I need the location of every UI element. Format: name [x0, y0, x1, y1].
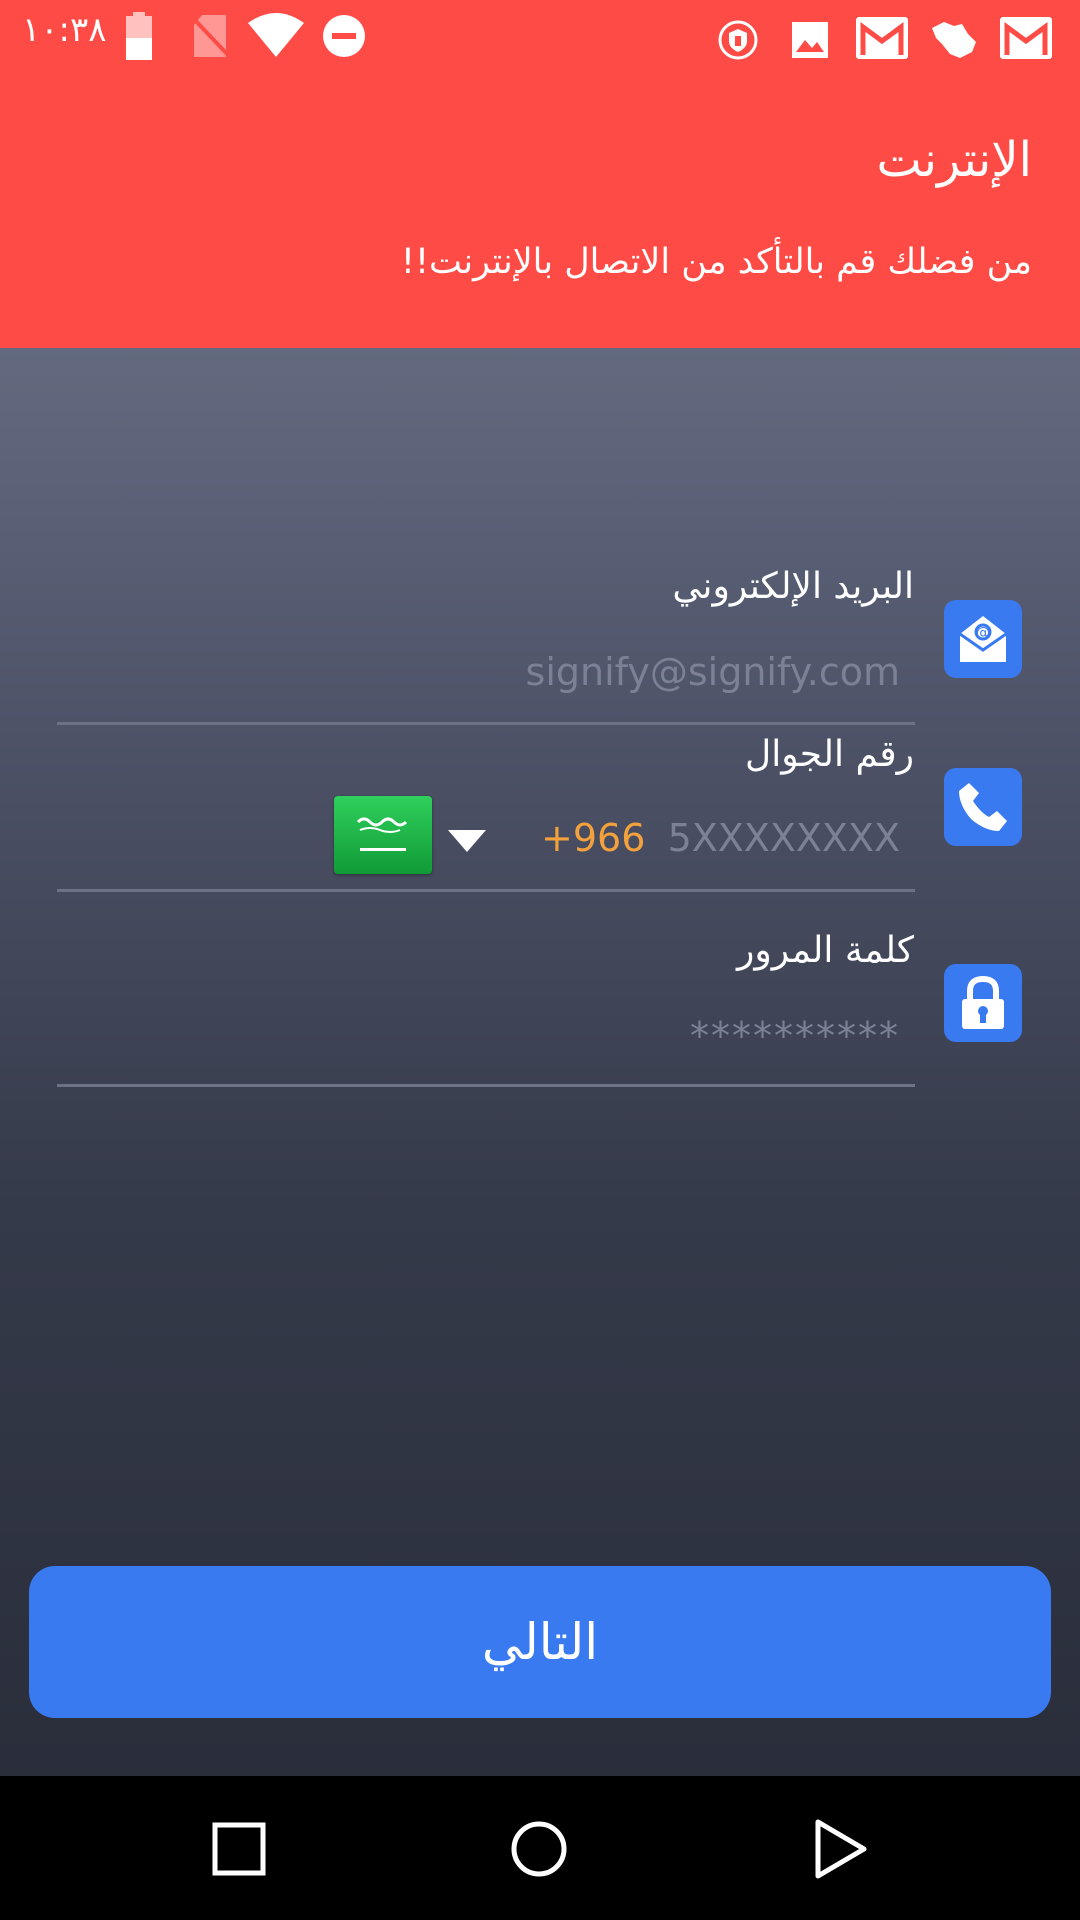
email-input[interactable]: signify@signify.com	[526, 650, 900, 694]
wifi-icon	[248, 13, 304, 57]
email-underline	[57, 722, 915, 725]
home-icon[interactable]	[510, 1820, 568, 1878]
dial-code: +966	[541, 816, 646, 860]
email-icon-box: @	[944, 600, 1022, 678]
image-icon	[792, 22, 828, 58]
phone-icon-box	[944, 768, 1022, 846]
phone-underline	[57, 889, 915, 892]
lock-icon-box	[944, 964, 1022, 1042]
vpn-shield-icon	[718, 20, 758, 60]
saudi-map-icon	[932, 22, 976, 58]
status-bar: ١٠:٣٨	[0, 0, 1080, 72]
login-form	[0, 348, 1080, 1776]
phone-input[interactable]: 5XXXXXXXX	[668, 816, 900, 860]
status-time: ١٠:٣٨	[22, 10, 107, 50]
next-button[interactable]: التالي	[29, 1566, 1051, 1718]
no-sim-icon	[192, 15, 228, 57]
alert-title: الإنترنت	[876, 132, 1032, 188]
navigation-bar	[0, 1776, 1080, 1920]
password-input[interactable]: **********	[690, 1014, 900, 1058]
internet-alert-banner: ١٠:٣٨ الإنترنت من فضلك قم بالتأكد من الا…	[0, 0, 1080, 348]
back-icon[interactable]	[812, 1818, 868, 1880]
country-dropdown-arrow-icon[interactable]	[446, 828, 488, 854]
email-label: البريد الإلكتروني	[672, 566, 914, 607]
recent-apps-icon[interactable]	[212, 1822, 266, 1876]
phone-label: رقم الجوال	[745, 734, 914, 775]
svg-text:@: @	[976, 625, 990, 641]
password-underline	[57, 1084, 915, 1087]
phone-icon	[959, 783, 1007, 831]
gmail-icon	[856, 17, 908, 59]
battery-icon	[126, 12, 152, 60]
gmail-icon	[1000, 17, 1052, 59]
saudi-flag-icon[interactable]	[334, 796, 432, 874]
lock-icon	[962, 975, 1004, 1029]
alert-message: من فضلك قم بالتأكد من الاتصال بالإنترنت!…	[400, 242, 1032, 282]
email-icon: @	[959, 616, 1007, 662]
password-label: كلمة المرور	[736, 930, 914, 971]
do-not-disturb-icon	[323, 15, 365, 57]
